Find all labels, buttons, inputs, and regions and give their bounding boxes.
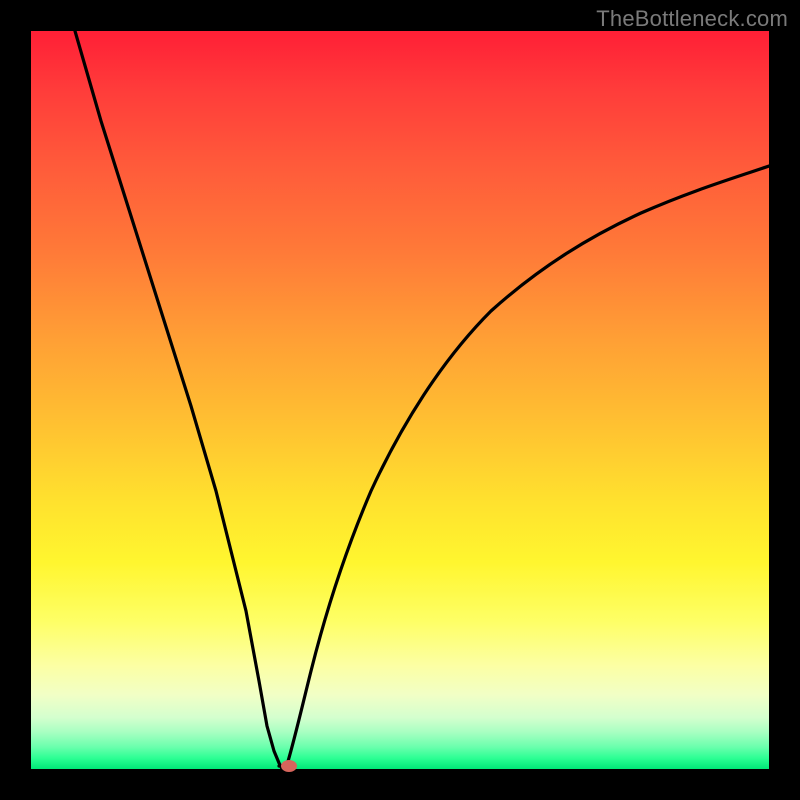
watermark-label: TheBottleneck.com bbox=[596, 6, 788, 32]
minimum-marker bbox=[281, 760, 297, 772]
curve-right-branch bbox=[286, 166, 769, 768]
chart-frame: TheBottleneck.com bbox=[0, 0, 800, 800]
plot-area bbox=[31, 31, 769, 769]
bottleneck-curve bbox=[31, 31, 769, 769]
curve-left-branch bbox=[75, 31, 282, 769]
